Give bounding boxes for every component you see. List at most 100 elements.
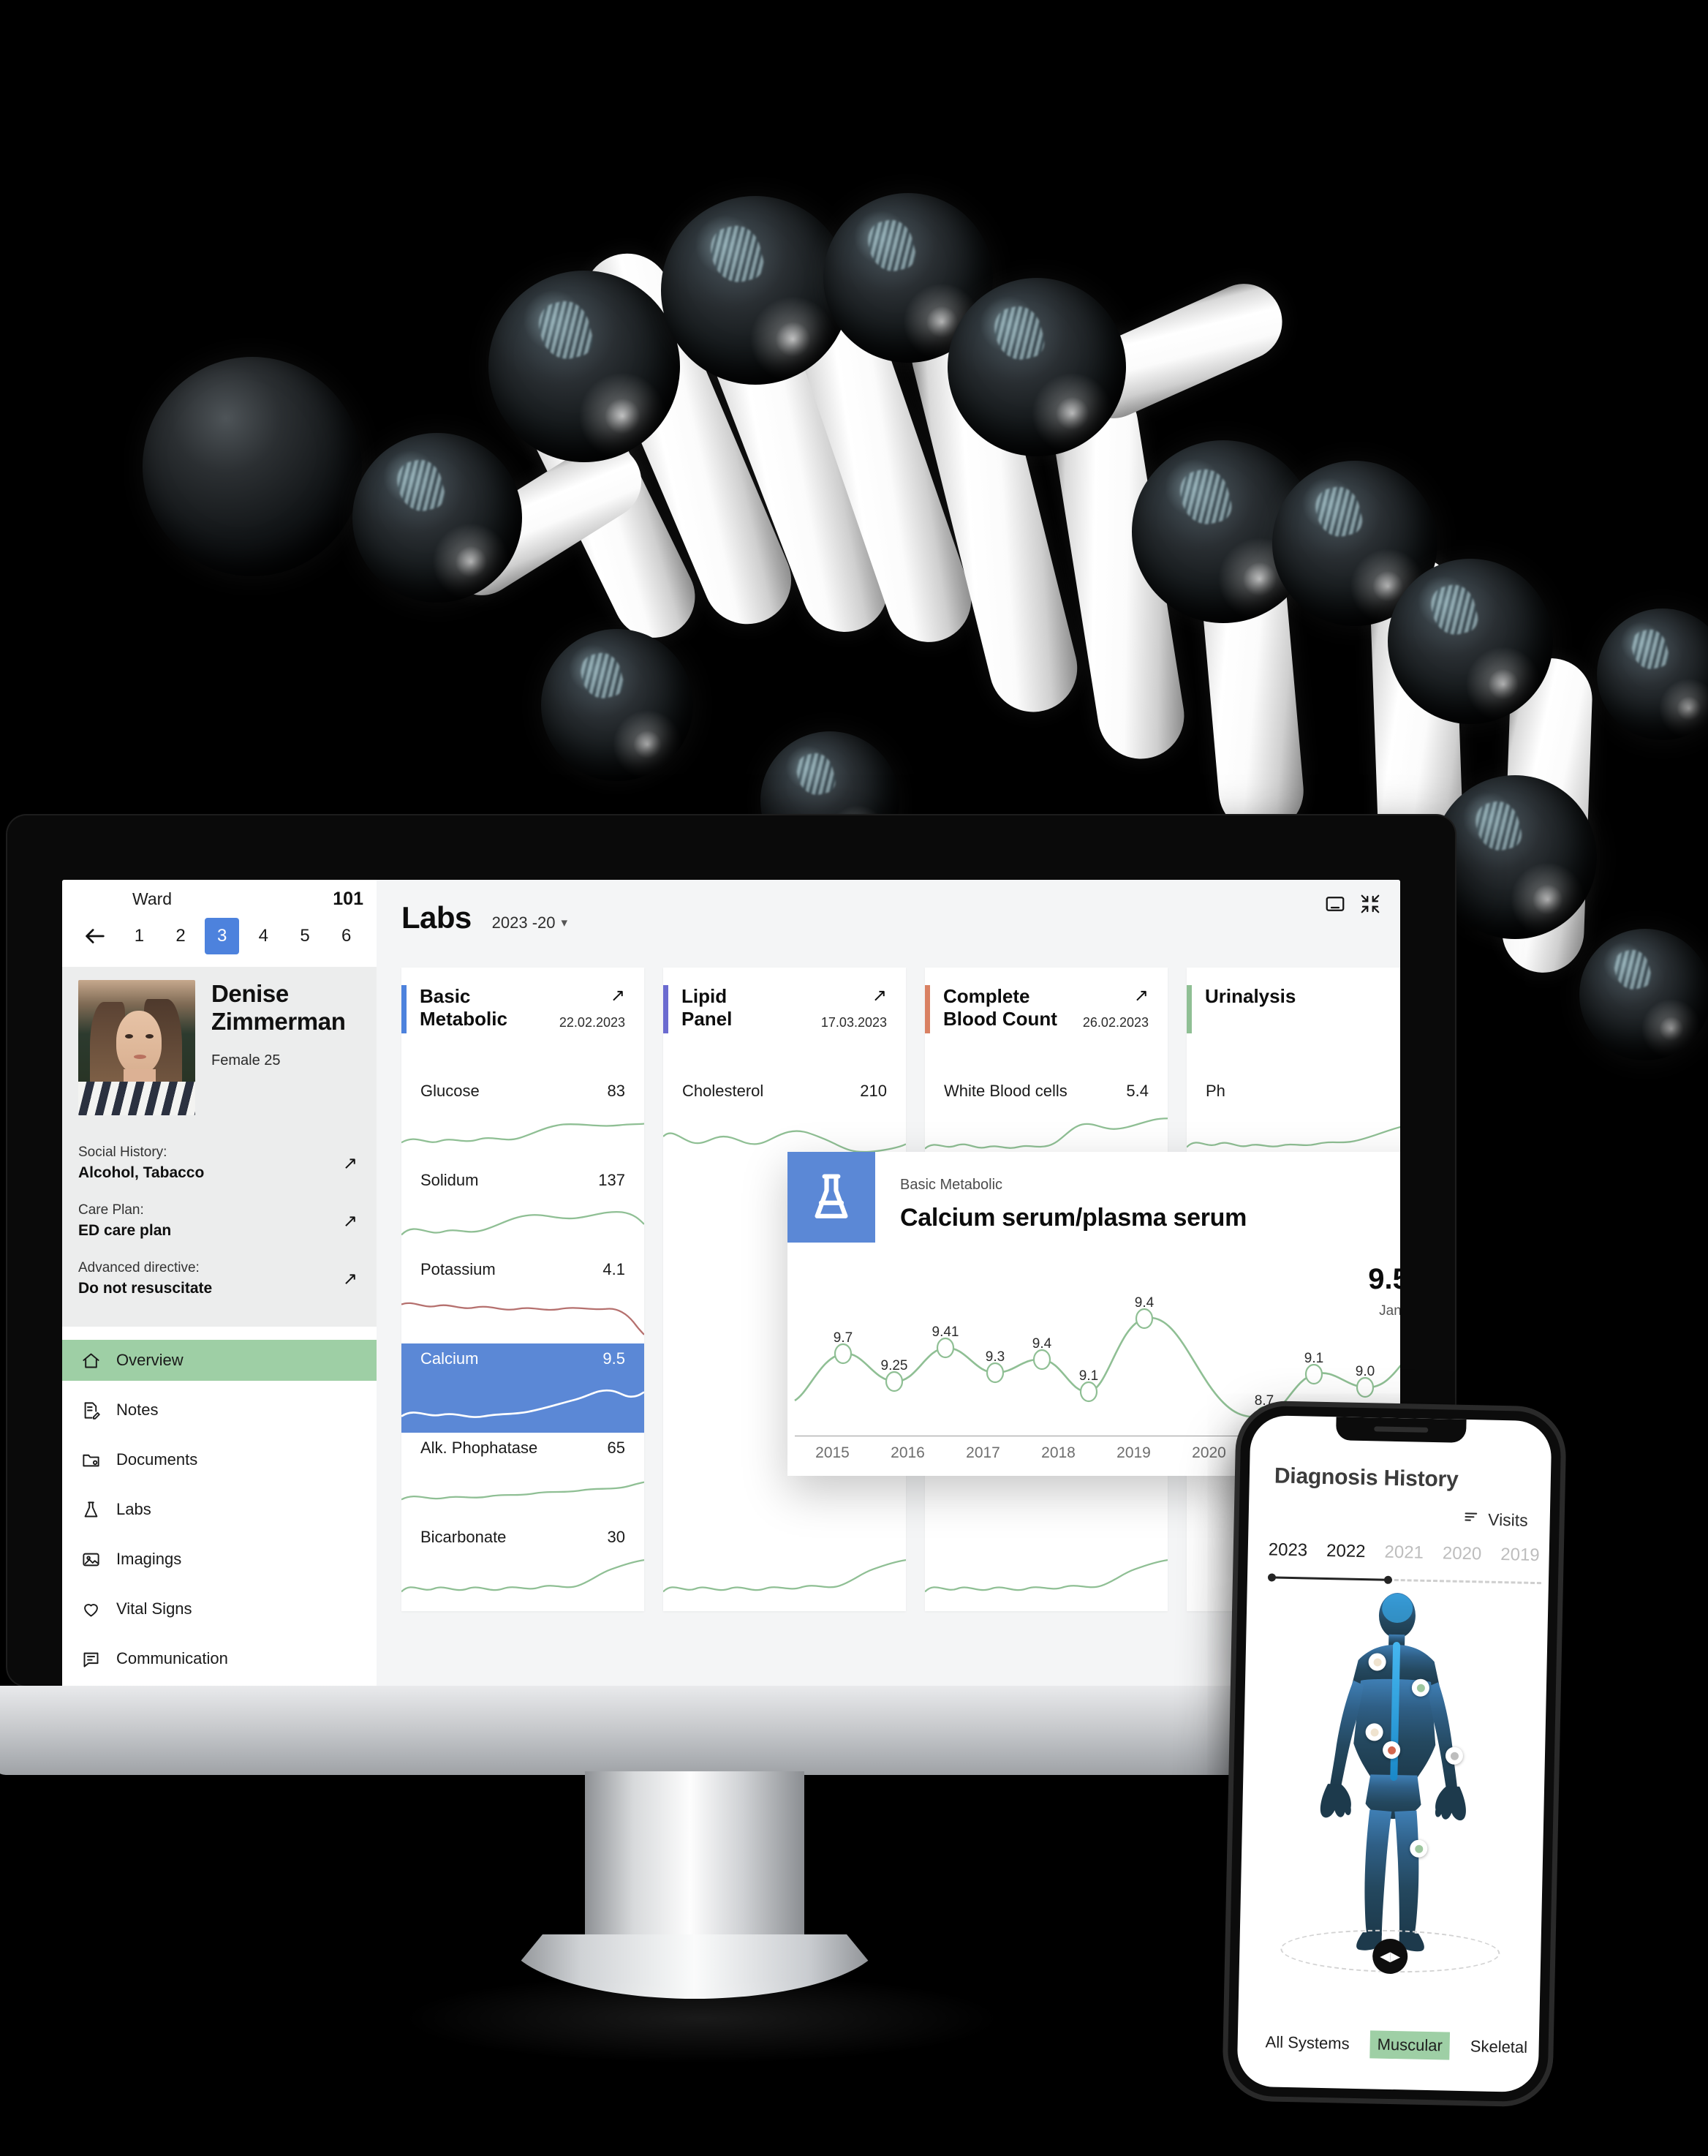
arrow-up-right-icon[interactable]: ↗ xyxy=(1083,985,1149,1006)
year-timeline[interactable] xyxy=(1267,1572,1549,1588)
screenshot-stage: Ward 101 1 2 3 4 5 6 Denise Zimmerman Fe… xyxy=(0,0,1708,2156)
collapse-icon[interactable] xyxy=(1359,893,1381,919)
phone-notch xyxy=(1335,1417,1467,1443)
ward-pill-6[interactable]: 6 xyxy=(329,918,363,954)
image-icon xyxy=(80,1548,102,1570)
meta-label: Social History: xyxy=(78,1145,167,1160)
lab-row-label: Solidum xyxy=(420,1171,479,1189)
lab-row-label: Ph xyxy=(1206,1082,1225,1100)
year-tab-2021[interactable]: 2021 xyxy=(1384,1542,1424,1564)
lab-row-label: White Blood cells xyxy=(944,1082,1068,1100)
meta-item-advanced-directive[interactable]: Advanced directive: Do not resuscitate ↗ xyxy=(78,1250,360,1308)
lab-card-title-line1: Lipid xyxy=(681,985,728,1007)
tab-all-systems[interactable]: All Systems xyxy=(1258,2028,1357,2058)
ward-pill-4[interactable]: 4 xyxy=(246,918,281,954)
visits-sort-control[interactable]: Visits xyxy=(1249,1488,1551,1531)
tab-muscular[interactable]: Muscular xyxy=(1369,2030,1451,2060)
ward-pill-5[interactable]: 5 xyxy=(287,918,322,954)
note-edit-icon xyxy=(80,1399,102,1421)
ward-pill-2[interactable]: 2 xyxy=(163,918,198,954)
home-icon xyxy=(80,1349,102,1371)
year-tab-2020[interactable]: 2020 xyxy=(1443,1543,1482,1564)
lab-row-label: Cholesterol xyxy=(682,1082,764,1100)
lab-row-label: Bicarbonate xyxy=(420,1528,507,1546)
lab-row-glucose[interactable]: Glucose 83 xyxy=(401,1076,645,1165)
lab-row-placeholder xyxy=(662,1522,907,1611)
sidebar-item-imagings[interactable]: Imagings xyxy=(62,1539,377,1580)
meta-value: Do not resuscitate xyxy=(78,1280,213,1297)
sparkline xyxy=(662,1558,907,1604)
meta-item-care-plan[interactable]: Care Plan: ED care plan ↗ xyxy=(78,1192,360,1250)
arrow-up-right-icon[interactable]: ↗ xyxy=(343,1268,358,1289)
lab-row-solidum[interactable]: Solidum 137 xyxy=(401,1165,645,1254)
arrow-up-right-icon[interactable]: ↗ xyxy=(343,1210,358,1232)
ward-pill-1[interactable]: 1 xyxy=(122,918,156,954)
lab-row-calcium[interactable]: Calcium 9.5 xyxy=(401,1343,645,1433)
display-icon[interactable] xyxy=(1324,893,1346,919)
x-tick: 2015 xyxy=(815,1444,850,1461)
page-title: Labs xyxy=(401,900,472,935)
detail-title: Calcium serum/plasma serum xyxy=(900,1204,1247,1232)
arrow-up-right-icon[interactable]: ↗ xyxy=(343,1153,358,1174)
x-tick: 2016 xyxy=(891,1444,925,1461)
arrow-up-right-icon[interactable]: ↗ xyxy=(821,985,887,1006)
sparkline xyxy=(662,1112,907,1158)
sidebar-item-overview[interactable]: Overview xyxy=(62,1340,377,1381)
sparkline xyxy=(924,1558,1168,1604)
x-tick: 2020 xyxy=(1192,1444,1226,1461)
arrow-up-right-icon[interactable]: ↗ xyxy=(559,985,625,1006)
tab-skeletal[interactable]: Skeletal xyxy=(1462,2032,1535,2062)
sparkline xyxy=(924,1112,1168,1158)
lab-row-value: 30 xyxy=(607,1528,625,1546)
tab-lymphatic[interactable]: Lym xyxy=(1548,2034,1552,2062)
visits-label: Visits xyxy=(1487,1509,1529,1530)
sidebar-item-label: Notes xyxy=(116,1401,159,1419)
ward-label: Ward xyxy=(132,889,173,908)
year-tab-2019[interactable]: 2019 xyxy=(1500,1545,1540,1566)
patient-meta-list: Social History: Alcohol, Tabacco ↗ Care … xyxy=(78,1134,360,1308)
sparkline xyxy=(401,1558,645,1604)
date-filter-value: 2023 -20 xyxy=(491,913,556,932)
lab-row-potassium[interactable]: Potassium 4.1 xyxy=(401,1254,645,1343)
sidebar-item-communication[interactable]: Communication xyxy=(62,1638,377,1679)
meta-item-social-history[interactable]: Social History: Alcohol, Tabacco ↗ xyxy=(78,1134,360,1192)
lab-row-value: 83 xyxy=(607,1082,625,1100)
sidebar-item-vital-signs[interactable]: Vital Signs xyxy=(62,1588,377,1629)
flask-icon xyxy=(80,1499,102,1520)
x-tick: 2017 xyxy=(966,1444,1000,1461)
lab-card-date: 17.03.2023 xyxy=(820,1015,887,1030)
ehr-application: Ward 101 1 2 3 4 5 6 Denise Zimmerman Fe… xyxy=(62,880,1400,1708)
sidebar-item-documents[interactable]: Documents xyxy=(62,1439,377,1480)
lab-card-title-line1: Basic xyxy=(420,985,471,1007)
body-system-tabs: All Systems Muscular Skeletal Lym xyxy=(1237,2028,1539,2062)
lab-row-placeholder xyxy=(924,1522,1168,1611)
lab-row-value: 210 xyxy=(860,1082,887,1100)
lab-card-basic-metabolic[interactable]: Basic Metabolic ↗ 22.02.2023 Glucose 83 … xyxy=(401,968,645,1611)
sidebar-item-labs[interactable]: Labs xyxy=(62,1489,377,1530)
sparkline xyxy=(401,1112,645,1158)
sidebar-nav: Overview Notes Documents Labs Imagings V… xyxy=(62,1327,377,1679)
flask-icon xyxy=(787,1152,875,1243)
date-filter-dropdown[interactable]: 2023 -20 ▾ xyxy=(492,913,567,932)
lab-card-title-line2: Blood Count xyxy=(943,1008,1057,1030)
lab-row-bicarbonate[interactable]: Bicarbonate 30 xyxy=(401,1522,645,1611)
lab-row-label: Alk. Phophatase xyxy=(420,1439,538,1457)
sidebar-item-label: Overview xyxy=(116,1351,184,1369)
sparkline xyxy=(401,1469,645,1515)
lab-card-title-line2: Panel xyxy=(681,1008,733,1030)
lab-card-date: 26.02.2023 xyxy=(1082,1015,1149,1030)
ward-pager: 1 2 3 4 5 6 xyxy=(62,910,377,967)
ward-pill-3[interactable]: 3 xyxy=(205,918,240,954)
sparkline xyxy=(401,1380,645,1425)
lab-card-title-line1: Urinalysis xyxy=(1205,985,1296,1007)
year-tab-2022[interactable]: 2022 xyxy=(1326,1541,1366,1562)
x-tick: 2019 xyxy=(1116,1444,1151,1461)
lab-card-date: 22.02.2023 xyxy=(559,1015,625,1030)
detail-subtitle: Basic Metabolic xyxy=(900,1177,1003,1193)
year-tab-2023[interactable]: 2023 xyxy=(1269,1539,1308,1561)
patient-demographics: Female 25 xyxy=(211,1052,281,1068)
human-body-icon[interactable] xyxy=(1302,1589,1485,1959)
lab-row-alk-phosphatase[interactable]: Alk. Phophatase 65 xyxy=(401,1433,645,1522)
sidebar-item-notes[interactable]: Notes xyxy=(62,1390,377,1431)
arrow-left-icon[interactable] xyxy=(75,917,116,955)
